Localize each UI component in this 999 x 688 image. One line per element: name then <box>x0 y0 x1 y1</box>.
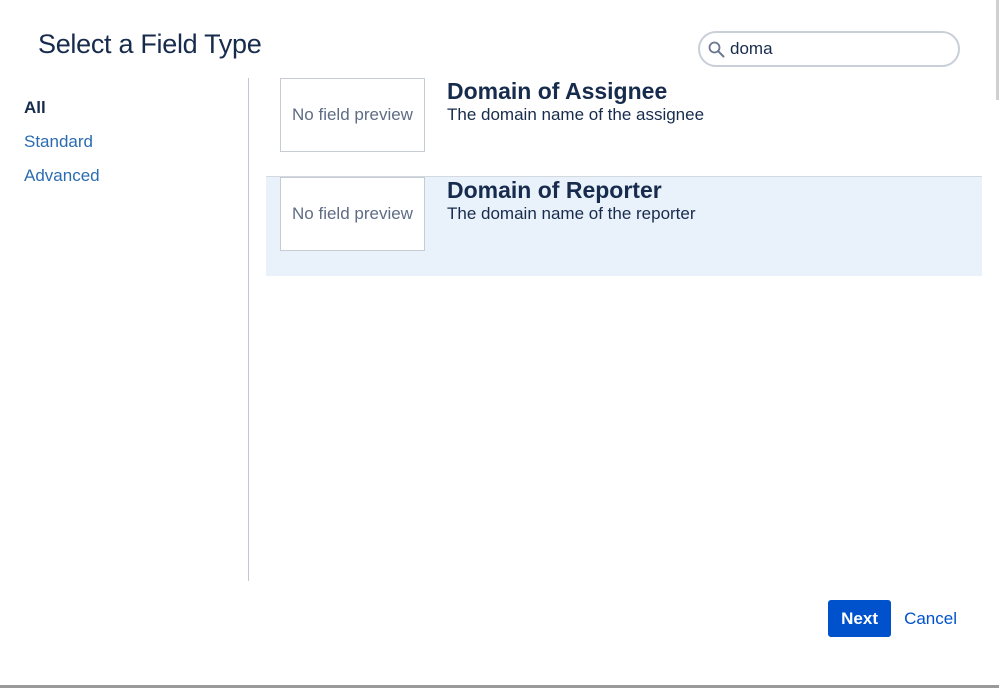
category-sidebar: All Standard Advanced <box>24 96 224 198</box>
sidebar-item-standard[interactable]: Standard <box>24 130 224 164</box>
field-type-list: No field preview Domain of Assignee The … <box>266 78 982 276</box>
dialog-footer: Next Cancel <box>828 600 957 637</box>
search-box[interactable] <box>698 31 960 67</box>
sidebar-item-all[interactable]: All <box>24 96 224 130</box>
select-field-type-dialog: Select a Field Type All Standard Advance… <box>0 0 999 688</box>
field-type-item-domain-of-assignee[interactable]: No field preview Domain of Assignee The … <box>266 78 982 177</box>
field-type-title: Domain of Reporter <box>447 177 662 203</box>
field-preview-placeholder: No field preview <box>280 78 425 152</box>
field-type-description: The domain name of the assignee <box>447 105 705 124</box>
sidebar-item-advanced[interactable]: Advanced <box>24 164 224 198</box>
field-type-item-domain-of-reporter[interactable]: No field preview Domain of Reporter The … <box>266 177 982 276</box>
search-icon <box>708 41 725 57</box>
field-preview-placeholder: No field preview <box>280 177 425 251</box>
field-type-title: Domain of Assignee <box>447 78 668 104</box>
search-input[interactable] <box>730 39 940 59</box>
field-type-description: The domain name of the reporter <box>447 204 696 223</box>
next-button[interactable]: Next <box>828 600 892 637</box>
dialog-title: Select a Field Type <box>38 29 262 59</box>
cancel-button[interactable]: Cancel <box>904 609 957 629</box>
sidebar-divider <box>248 78 249 581</box>
